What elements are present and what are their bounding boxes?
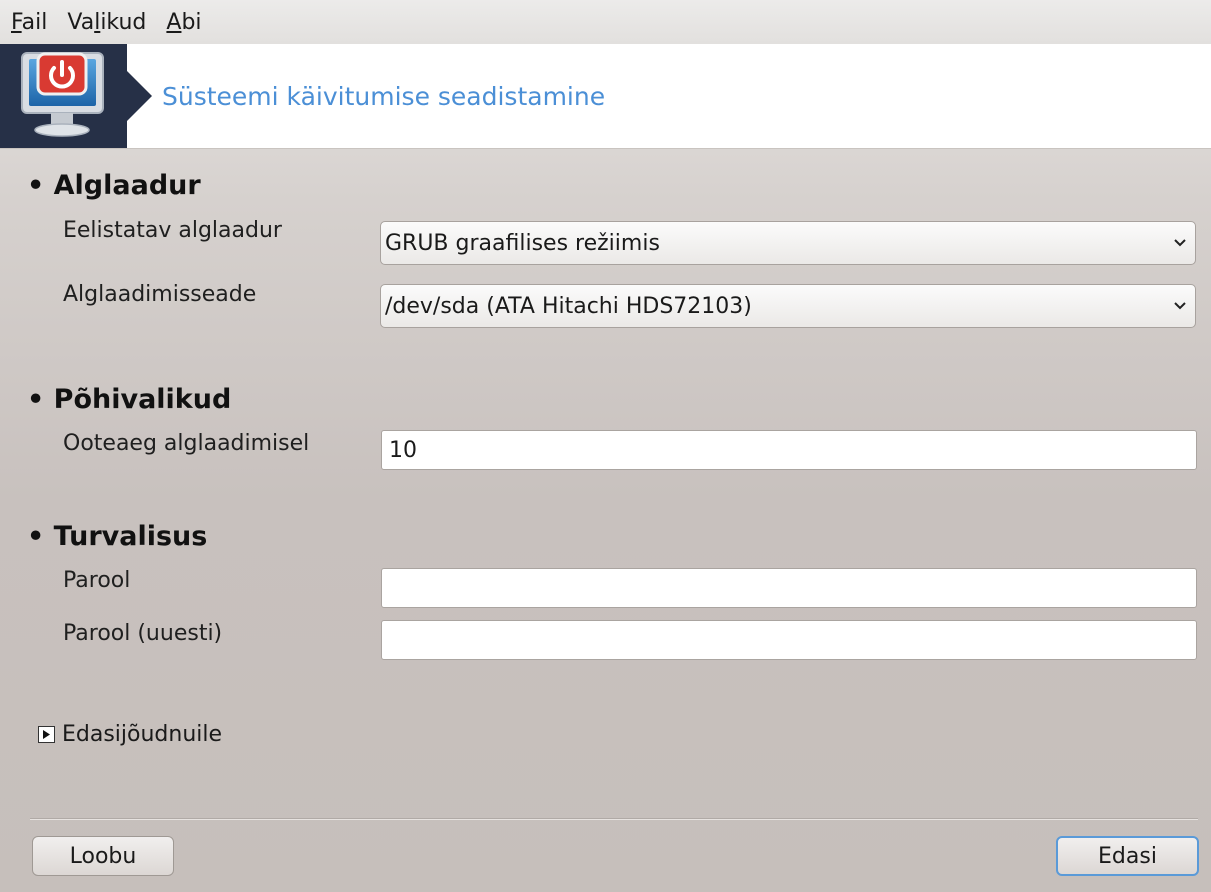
preferred-bootloader-select[interactable]: GRUB graafilises režiimis: [380, 221, 1196, 265]
power-monitor-icon: [21, 52, 104, 137]
boot-device-label: Alglaadimisseade: [63, 282, 257, 307]
advanced-expander-label: Edasijõudnuile: [62, 722, 223, 747]
password-again-input[interactable]: [381, 620, 1197, 660]
section-title-main-options: • Põhivalikud: [27, 384, 232, 415]
section-title-bootloader: • Alglaadur: [27, 170, 201, 201]
chevron-down-icon: [1165, 238, 1195, 248]
password-label: Parool: [63, 568, 131, 593]
advanced-expander[interactable]: Edasijõudnuile: [38, 722, 222, 747]
boot-timeout-label: Ooteaeg alglaadimisel: [63, 431, 310, 456]
chevron-down-icon: [1165, 301, 1195, 311]
banner-arrow: [127, 71, 152, 121]
boot-device-value: /dev/sda (ATA Hitachi HDS72103): [385, 293, 752, 319]
header-banner: Süsteemi käivitumise seadistamine: [0, 44, 1211, 149]
menubar: Fail Valikud Abi: [0, 0, 1211, 44]
preferred-bootloader-value: GRUB graafilises režiimis: [385, 230, 660, 256]
menu-help[interactable]: Abi: [166, 10, 201, 35]
section-title-security: • Turvalisus: [27, 521, 208, 552]
preferred-bootloader-label: Eelistatav alglaadur: [63, 218, 282, 243]
banner-icon-box: [0, 44, 127, 148]
password-input[interactable]: [381, 568, 1197, 608]
cancel-button[interactable]: Loobu: [32, 836, 174, 876]
menu-file[interactable]: Fail: [11, 10, 47, 35]
menu-options[interactable]: Valikud: [67, 10, 146, 35]
footer-separator: [30, 818, 1198, 820]
next-button[interactable]: Edasi: [1056, 836, 1199, 876]
boot-device-select[interactable]: /dev/sda (ATA Hitachi HDS72103): [380, 284, 1196, 328]
expand-triangle-icon: [38, 726, 55, 743]
boot-timeout-input[interactable]: 10: [381, 430, 1197, 470]
password-again-label: Parool (uuesti): [63, 621, 223, 646]
page-title: Süsteemi käivitumise seadistamine: [162, 82, 606, 111]
